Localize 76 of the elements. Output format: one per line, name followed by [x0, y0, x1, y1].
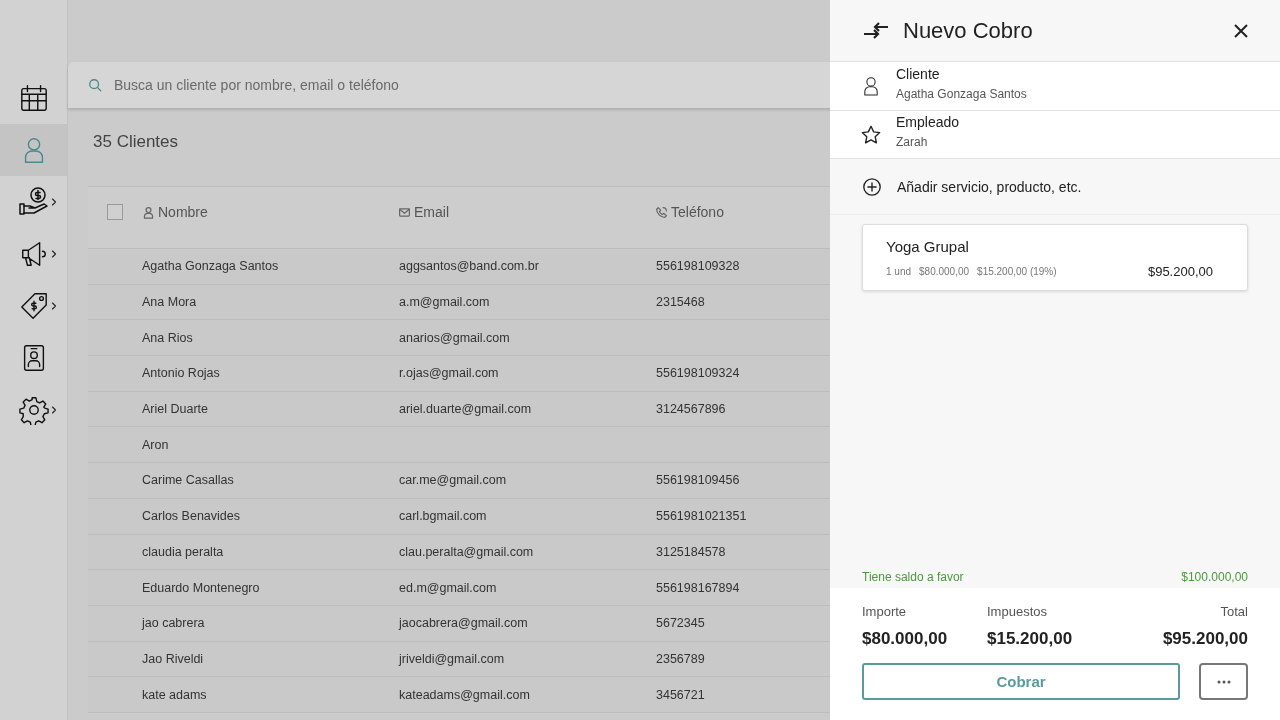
total-label: Importe [862, 604, 908, 619]
selector-row[interactable]: Empleado Zarah [830, 110, 1280, 159]
table-cell-text: ed.m@gmail.com [399, 580, 498, 595]
more-button[interactable] [1199, 663, 1248, 700]
column-header: Nombre [158, 204, 208, 220]
table-cell-text: r.ojas@gmail.com [399, 366, 500, 381]
table-cell-text: kate adams [142, 687, 208, 702]
item-price: $80.000,00 [919, 266, 970, 277]
phone-icon [655, 205, 668, 219]
settings-icon [18, 395, 49, 425]
table-cell-text: jao cabrera [142, 616, 206, 631]
table-cell-text: jaocabrera@gmail.com [399, 616, 529, 631]
swap-arrows-icon [863, 21, 889, 40]
table-cell-text: 3125184578 [656, 544, 727, 559]
client-count: 35 Clientes [93, 132, 179, 152]
table-cell-text: clau.peralta@gmail.com [399, 544, 535, 559]
table-cell-text: aggsantos@band.com.br [399, 259, 540, 274]
star-icon [860, 123, 882, 146]
column-header: Teléfono [671, 204, 724, 220]
total-label: Impuestos [987, 604, 1048, 619]
table-cell-text: 5561981021351 [656, 509, 748, 524]
table-cell-text: 3124567896 [656, 402, 727, 417]
table-cell-text: Agatha Gonzaga Santos [142, 259, 280, 274]
checkbox[interactable] [107, 204, 123, 220]
table-cell-text: 556198167894 [656, 580, 741, 595]
table-cell-text: car.me@gmail.com [399, 473, 508, 488]
table-cell-text: carl.bgmail.com [399, 509, 488, 524]
balance-label: Tiene saldo a favor [862, 570, 964, 584]
table-cell-text: Ana Rios [142, 330, 194, 345]
table-cell-text: 2315468 [656, 295, 706, 310]
table-cell-text: Carlos Benavides [142, 509, 241, 524]
close-button[interactable] [1232, 21, 1250, 40]
table-cell-text: 556198109324 [656, 366, 741, 381]
calendar-icon [18, 83, 49, 113]
field-label: Cliente [896, 65, 941, 82]
table-cell-text: kateadams@gmail.com [399, 687, 531, 702]
table-cell-text: anarios@gmail.com [399, 330, 511, 345]
drawer-title: Nuevo Cobro [903, 17, 1034, 44]
table-cell-text: ariel.duarte@gmail.com [399, 402, 533, 417]
item-card[interactable]: Yoga Grupal 1 und $80.000,00 $15.200,00 (19%) $95.200,00 [862, 224, 1248, 291]
table-cell-text: Aron [142, 437, 170, 452]
table-cell-text: jriveldi@gmail.com [399, 651, 506, 666]
field-label: Empleado [896, 114, 960, 130]
table-cell-text: Jao Riveldi [142, 651, 205, 666]
search-field[interactable]: Busca un cliente por nombre, email o teléfono [68, 62, 830, 108]
column-header: Email [414, 204, 449, 220]
money-hand-icon [17, 186, 50, 218]
table-cell-text: Ana Mora [142, 295, 198, 310]
table-cell-text: 556198109328 [656, 259, 741, 274]
balance-amount: $100.000,00 [1181, 570, 1248, 584]
table-cell-text: Carime Casallas [142, 473, 235, 488]
table-cell-text: Antonio Rojas [142, 366, 221, 381]
mail-icon [398, 205, 411, 219]
selector-row[interactable]: Cliente Agatha Gonzaga Santos [830, 61, 1280, 110]
table-cell-text: claudia peralta [142, 544, 225, 559]
total-value: $15.200,00 [987, 629, 1074, 649]
item-total: $95.200,00 [1147, 264, 1213, 279]
table-cell-text: 5672345 [656, 616, 706, 631]
table-cell-text: 2356789 [656, 651, 706, 666]
item-name: Yoga Grupal [886, 238, 970, 255]
table-cell-text: a.m@gmail.com [399, 295, 491, 310]
more-icon [1216, 679, 1231, 684]
field-value: Zarah [896, 135, 929, 149]
total-label: Total [1220, 604, 1248, 619]
field-value: Agatha Gonzaga Santos [896, 86, 1027, 101]
total-value: $80.000,00 [862, 629, 949, 649]
item-quantity: 1 und [886, 266, 912, 277]
person-icon [142, 205, 155, 219]
table-cell-text: Ariel Duarte [142, 402, 209, 417]
total-value: $95.200,00 [1162, 629, 1248, 649]
price-tag-icon [18, 291, 49, 321]
table-cell-text: 3456721 [656, 687, 706, 702]
item-tax: $15.200,00 (19%) [977, 266, 1057, 277]
table-cell-text: 556198109456 [656, 473, 741, 488]
table-cell-text: Eduardo Montenegro [142, 580, 261, 595]
add-circle-icon [861, 176, 883, 197]
